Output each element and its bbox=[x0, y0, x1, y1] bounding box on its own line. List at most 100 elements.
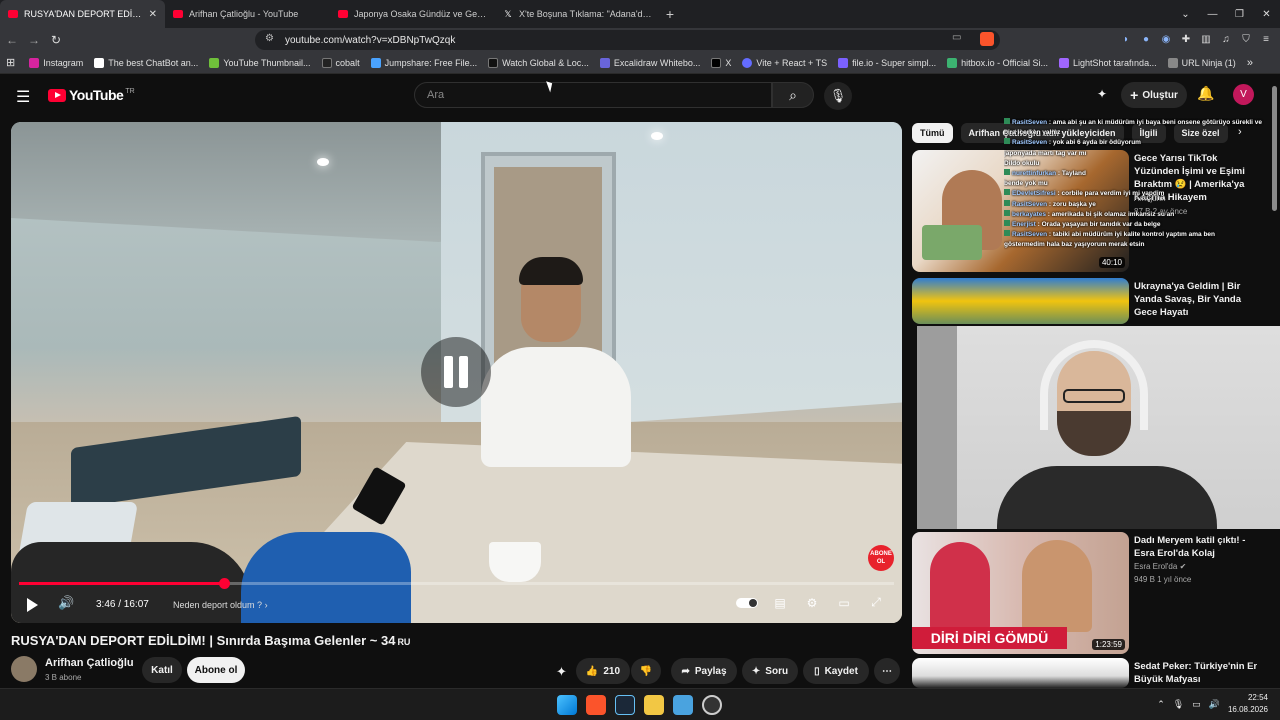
hamburger-menu-icon[interactable]: ☰ bbox=[16, 87, 30, 107]
back-icon[interactable]: ← bbox=[2, 33, 22, 47]
extension-icon[interactable]: ◗ bbox=[1118, 32, 1134, 48]
join-button[interactable]: Katıl bbox=[142, 657, 182, 683]
maximize-icon[interactable]: ❐ bbox=[1226, 9, 1253, 20]
like-button[interactable]: 👍 210 bbox=[576, 658, 630, 684]
recommended-title[interactable]: Dadı Meryem katil çıktı! - Esra Erol'da … bbox=[1134, 534, 1262, 560]
bookmark-excalidraw[interactable]: Excalidraw Whitebo... bbox=[599, 57, 700, 68]
tab-search-icon[interactable]: ⌄ bbox=[1172, 9, 1199, 20]
page-scrollbar[interactable] bbox=[1272, 86, 1277, 211]
ai-sparkle-icon[interactable]: ✦ bbox=[556, 664, 567, 680]
bookmark-fileio[interactable]: file.io - Super simpl... bbox=[838, 57, 936, 68]
subtitles-icon[interactable]: ▤ bbox=[770, 596, 790, 610]
windows-start-icon[interactable] bbox=[557, 695, 577, 715]
video-player[interactable]: ABONE OL 🔊 3:46 / 16:07 Neden deport old… bbox=[11, 122, 902, 623]
dislike-button[interactable]: 👎 bbox=[631, 658, 661, 684]
url-field[interactable]: ⚙ youtube.com/watch?v=xDBNpTwQzqk bbox=[255, 30, 1000, 50]
autoplay-toggle[interactable] bbox=[736, 597, 758, 608]
more-bookmarks-icon[interactable]: » bbox=[1247, 57, 1253, 69]
notifications-bell-icon[interactable]: 🔔 bbox=[1197, 85, 1214, 102]
thumbs-up-icon: 👍 bbox=[585, 665, 599, 677]
forward-icon[interactable]: → bbox=[24, 33, 44, 47]
extension-icon[interactable]: ◉ bbox=[1158, 32, 1174, 48]
brave-browser-icon[interactable] bbox=[586, 695, 606, 715]
voice-search-button[interactable]: 🎙 bbox=[824, 82, 852, 110]
system-clock[interactable]: 22:54 16.08.2026 bbox=[1228, 692, 1268, 716]
reload-icon[interactable]: ↻ bbox=[46, 33, 66, 47]
thumbnail-caption: DİRİ DİRİ GÖMDÜ bbox=[912, 627, 1067, 649]
recommended-video[interactable]: DİRİ DİRİ GÖMDÜ 1:23:59 Dadı Meryem kati… bbox=[912, 532, 1257, 654]
video-thumbnail[interactable] bbox=[912, 658, 1129, 688]
puzzle-icon[interactable]: ✚ bbox=[1178, 32, 1194, 48]
progress-scrubber[interactable] bbox=[218, 578, 230, 589]
account-avatar[interactable]: V bbox=[1233, 84, 1254, 105]
youtube-favicon-icon bbox=[8, 10, 18, 18]
recommended-channel[interactable]: Esra Erol'da ✔ bbox=[1134, 562, 1186, 571]
site-info-icon[interactable]: ⚙ bbox=[265, 33, 274, 44]
channel-name[interactable]: Arifhan Çatlioğlu bbox=[45, 657, 134, 669]
recommended-title[interactable]: Sedat Peker: Türkiye'nin En Büyük Mafyas… bbox=[1134, 660, 1257, 686]
tray-expand-icon[interactable]: ⌃ bbox=[1157, 699, 1165, 710]
chapter-button[interactable]: Neden deport oldum ? › bbox=[173, 600, 268, 610]
share-button[interactable]: ➦ Paylaş bbox=[671, 658, 737, 684]
theater-mode-icon[interactable]: ▭ bbox=[834, 596, 854, 610]
bookmark-save-icon: ▯ bbox=[814, 665, 820, 677]
tab-current-video[interactable]: RUSYA'DAN DEPORT EDİLDİM! | ✕ bbox=[0, 0, 165, 28]
cast-icon[interactable]: ✦ bbox=[1097, 87, 1107, 101]
bookmark-yt-thumbnail[interactable]: YouTube Thumbnail... bbox=[209, 57, 311, 68]
close-window-icon[interactable]: ✕ bbox=[1253, 9, 1280, 20]
bookmark-lightshot[interactable]: LightShot tarafında... bbox=[1059, 57, 1157, 68]
music-icon[interactable]: ♫ bbox=[1218, 32, 1234, 48]
chip-all[interactable]: Tümü bbox=[912, 123, 953, 143]
tab-label: Japonya Osaka Gündüz ve Gece Hay bbox=[354, 9, 487, 19]
bookmark-jumpshare[interactable]: Jumpshare: Free File... bbox=[370, 57, 477, 68]
url-ninja-icon bbox=[1167, 57, 1178, 68]
bookmark-vite[interactable]: Vite + React + TS bbox=[742, 57, 827, 68]
apps-grid-icon[interactable]: ⊞ bbox=[6, 56, 15, 69]
tab-x[interactable]: 𝕏 X'te Boşuna Tıklama: "Adana'da kuşu bbox=[495, 0, 660, 28]
recommended-video[interactable]: Sedat Peker: Türkiye'nin En Büyük Mafyas… bbox=[912, 658, 1257, 688]
search-button[interactable]: ⌕ bbox=[772, 82, 814, 108]
subscribe-button[interactable]: Abone ol bbox=[187, 657, 245, 683]
search-icon: ⌕ bbox=[789, 87, 797, 103]
bookmark-chatbot[interactable]: The best ChatBot an... bbox=[94, 57, 198, 68]
youtube-logo[interactable]: YouTube TR bbox=[48, 87, 135, 103]
more-actions-button[interactable]: ⋯ bbox=[874, 658, 900, 684]
cast-icon[interactable]: ▭ bbox=[952, 32, 961, 43]
menu-icon[interactable]: ≡ bbox=[1258, 32, 1274, 48]
settings-gear-icon[interactable]: ⚙ bbox=[802, 596, 822, 610]
channel-avatar[interactable] bbox=[11, 656, 37, 682]
save-button[interactable]: ▯ Kaydet bbox=[803, 658, 869, 684]
create-button[interactable]: + Oluştur bbox=[1121, 82, 1187, 108]
bookmark-instagram[interactable]: Instagram bbox=[29, 57, 83, 68]
pause-overlay-icon[interactable] bbox=[421, 337, 491, 407]
fullscreen-icon[interactable]: ⤢ bbox=[866, 595, 886, 610]
extension-icon[interactable]: ● bbox=[1138, 32, 1154, 48]
ask-button[interactable]: ✦ Soru bbox=[742, 658, 798, 684]
video-thumbnail[interactable]: DİRİ DİRİ GÖMDÜ 1:23:59 bbox=[912, 532, 1129, 654]
new-tab-button[interactable]: + bbox=[660, 6, 680, 22]
sidebar-icon[interactable]: ▥ bbox=[1198, 32, 1214, 48]
minimize-icon[interactable]: — bbox=[1199, 9, 1226, 20]
search-input[interactable]: Ara bbox=[414, 82, 772, 108]
tab-channel[interactable]: Arifhan Çatlioğlu - YouTube bbox=[165, 0, 330, 28]
subscribe-watermark[interactable]: ABONE OL bbox=[868, 545, 894, 571]
obs-icon[interactable] bbox=[702, 695, 722, 715]
vpn-icon[interactable]: ⛉ bbox=[1238, 32, 1254, 48]
volume-icon[interactable]: 🔊 bbox=[58, 595, 74, 611]
play-icon[interactable] bbox=[27, 598, 38, 612]
file-explorer-icon[interactable] bbox=[644, 695, 664, 715]
bookmark-cobalt[interactable]: cobalt bbox=[321, 57, 360, 68]
tab-close-icon[interactable]: ✕ bbox=[149, 9, 157, 20]
tab-japonya[interactable]: Japonya Osaka Gündüz ve Gece Hay bbox=[330, 0, 495, 28]
mic-tray-icon[interactable]: 🎙 bbox=[1173, 699, 1184, 710]
volume-tray-icon[interactable]: 🔊 bbox=[1209, 699, 1220, 710]
progress-bar[interactable] bbox=[19, 578, 894, 589]
network-icon[interactable]: ▭ bbox=[1192, 699, 1201, 710]
steam-icon[interactable] bbox=[615, 695, 635, 715]
bookmark-url-ninja[interactable]: URL Ninja (1) bbox=[1167, 57, 1236, 68]
bookmark-hitbox[interactable]: hitbox.io - Official Si... bbox=[947, 57, 1048, 68]
control-panel-icon[interactable] bbox=[673, 695, 693, 715]
bookmark-x[interactable]: X bbox=[711, 57, 731, 68]
bookmark-watch-global[interactable]: Watch Global & Loc... bbox=[488, 57, 589, 68]
brave-shields-icon[interactable] bbox=[980, 32, 994, 46]
